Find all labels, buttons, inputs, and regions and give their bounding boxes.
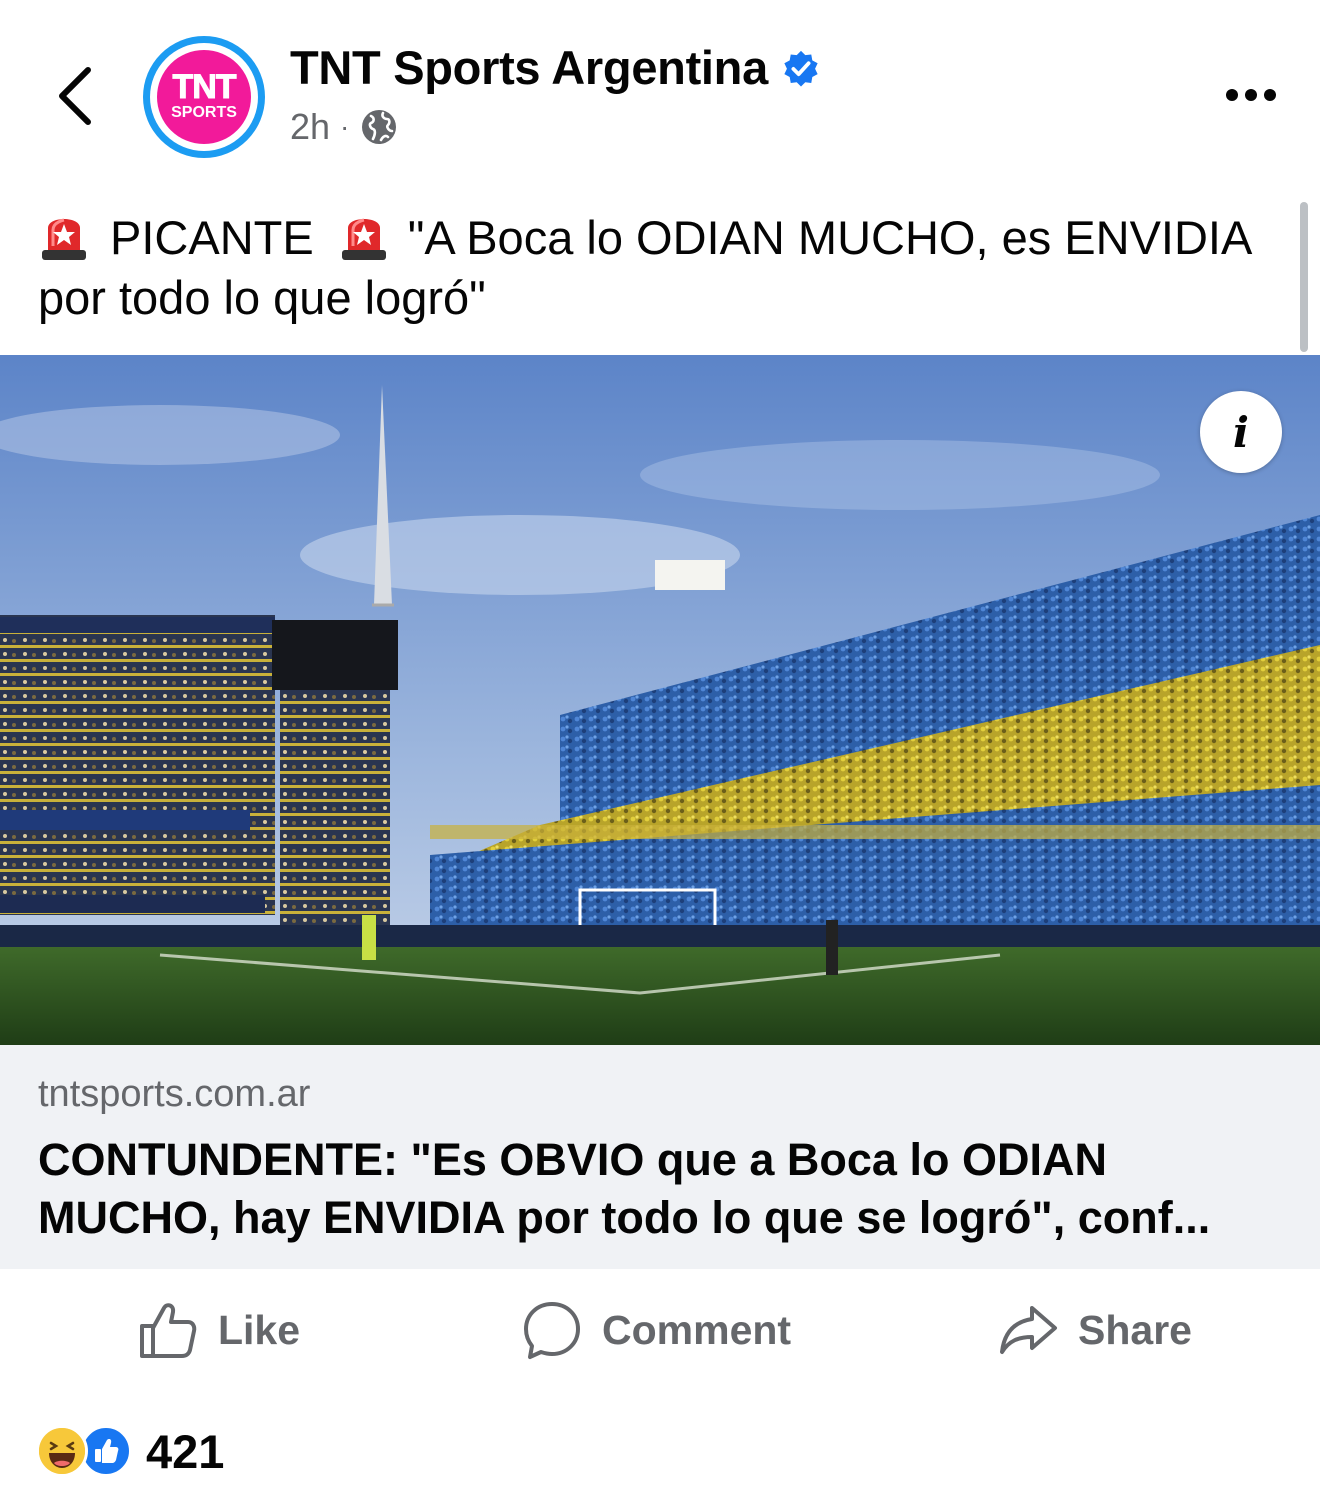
comment-label: Comment — [602, 1306, 792, 1353]
police-light-icon — [341, 218, 386, 260]
link-title: CONTUNDENTE: "Es OBVIO que a Boca lo ODI… — [38, 1134, 1211, 1243]
post-image[interactable] — [0, 355, 1320, 1045]
like-label: Like — [218, 1306, 301, 1353]
reactions-summary[interactable]: 421 — [36, 1418, 224, 1484]
post-time[interactable]: 2h — [290, 106, 330, 148]
chevron-left-icon — [59, 67, 91, 125]
share-button[interactable]: Share — [998, 1298, 1192, 1362]
meta-separator: · — [340, 111, 350, 142]
more-options-button[interactable] — [1212, 70, 1290, 120]
link-preview-card[interactable]: tntsports.com.ar CONTUNDENTE: "Es OBVIO … — [0, 1045, 1320, 1269]
reaction-count: 421 — [146, 1424, 225, 1478]
dot-icon — [1264, 89, 1276, 101]
back-button[interactable] — [44, 58, 104, 134]
dot-icon — [1245, 89, 1257, 101]
tnt-sports-logo: TNT SPORTS — [157, 50, 251, 144]
globe-icon — [362, 110, 397, 144]
post-meta: 2h · — [290, 106, 399, 148]
verified-badge-icon — [784, 50, 818, 87]
reaction-icons — [36, 1425, 134, 1477]
share-arrow-icon — [1000, 1306, 1057, 1354]
dot-icon — [1226, 89, 1238, 101]
like-button[interactable]: Like — [138, 1298, 300, 1362]
thumbs-up-icon — [140, 1303, 197, 1358]
logo-text-sports: SPORTS — [171, 104, 237, 121]
police-light-icon — [42, 218, 86, 260]
post-header: TNT SPORTS TNT Sports Argentina 2h · — [0, 0, 1320, 180]
haha-reaction-icon — [36, 1425, 88, 1477]
link-domain: tntsports.com.ar — [38, 1073, 311, 1115]
post-action-bar: Like Comment Share — [0, 1270, 1320, 1390]
caption-keyword: PICANTE — [110, 211, 314, 264]
logo-text-tnt: TNT — [172, 68, 237, 106]
page-name-link[interactable]: TNT Sports Argentina — [290, 40, 820, 95]
avatar-ring: TNT SPORTS — [150, 43, 258, 151]
stadium-photo — [0, 355, 1320, 1045]
page-avatar[interactable]: TNT SPORTS — [143, 36, 265, 158]
scrollbar[interactable] — [1300, 202, 1308, 352]
share-label: Share — [1078, 1306, 1192, 1353]
comment-button[interactable]: Comment — [522, 1298, 791, 1362]
post-caption: PICANTE "A Boca lo ODIAN MUCHO, es ENVID… — [38, 206, 1278, 328]
image-info-button[interactable]: i — [1200, 391, 1282, 473]
page-name: TNT Sports Argentina — [290, 41, 768, 94]
comment-bubble-icon — [524, 1302, 580, 1359]
